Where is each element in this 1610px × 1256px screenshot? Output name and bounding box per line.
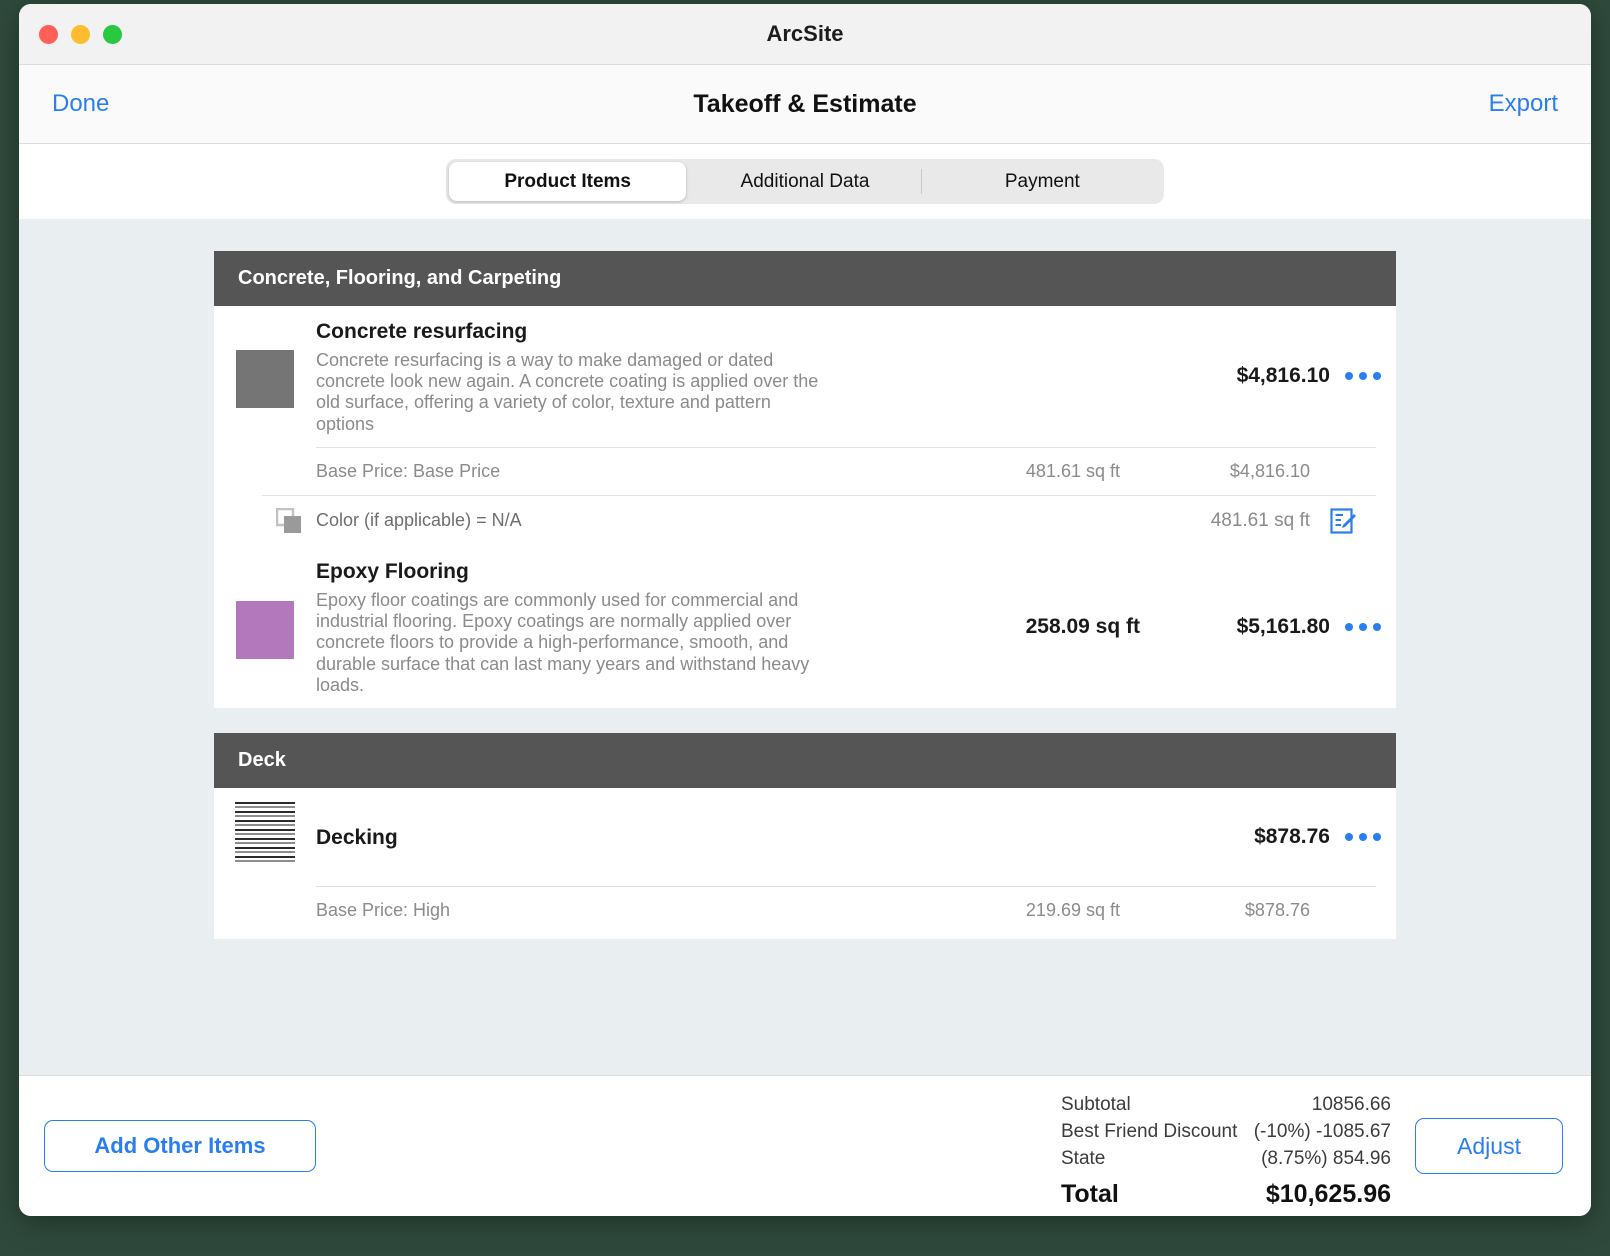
subrow-quantity: 481.61 sq ft <box>890 461 1120 482</box>
item-subrow: Base Price: Base Price 481.61 sq ft $4,8… <box>316 447 1376 495</box>
minimize-window-button[interactable] <box>71 25 90 44</box>
app-window: ArcSite Done Takeoff & Estimate Export P… <box>19 4 1591 1216</box>
total-row: State (8.75%) 854.96 <box>1061 1146 1391 1173</box>
item-right-block: 258.09 sq ft $5,161.80 <box>910 546 1396 708</box>
attribute-label: Color (if applicable) = N/A <box>316 510 1080 531</box>
item-row: Decking $878.76 <box>214 788 1396 886</box>
done-button[interactable]: Done <box>52 90 109 118</box>
item-price: $4,816.10 <box>1140 364 1330 388</box>
color-swatch <box>236 601 294 659</box>
add-other-items-button[interactable]: Add Other Items <box>44 1120 316 1172</box>
group-body: Concrete resurfacing Concrete resurfacin… <box>214 306 1396 708</box>
list-item[interactable]: Epoxy Flooring Epoxy floor coatings are … <box>214 546 1396 708</box>
maximize-window-button[interactable] <box>103 25 122 44</box>
segmented-control: Product Items Additional Data Payment <box>446 159 1164 204</box>
item-right-block: $4,816.10 <box>910 306 1396 447</box>
subrow-label: Base Price: Base Price <box>316 461 890 482</box>
tab-bar-container: Product Items Additional Data Payment <box>19 144 1591 219</box>
product-group: Deck Decking <box>214 733 1396 939</box>
tab-additional-data[interactable]: Additional Data <box>686 162 923 201</box>
swatch-column <box>214 546 316 708</box>
item-text-block: Decking <box>316 788 910 886</box>
hatch-pattern-swatch <box>235 802 295 864</box>
ellipsis-icon[interactable] <box>1330 372 1396 380</box>
item-row: Concrete resurfacing Concrete resurfacin… <box>214 306 1396 447</box>
item-quantity: 258.09 sq ft <box>910 615 1140 639</box>
ellipsis-icon[interactable] <box>1330 623 1396 631</box>
item-title: Epoxy Flooring <box>316 560 910 584</box>
subrow-quantity: 219.69 sq ft <box>890 900 1120 921</box>
page-title: Takeoff & Estimate <box>19 90 1591 119</box>
total-row: Best Friend Discount (-10%) -1085.67 <box>1061 1119 1391 1146</box>
group-header-deck: Deck <box>214 733 1396 788</box>
total-row-label: State <box>1061 1146 1105 1173</box>
total-row-label: Best Friend Discount <box>1061 1119 1237 1146</box>
footer-bar: Add Other Items Subtotal 10856.66 Best F… <box>19 1075 1591 1216</box>
subrow-label: Base Price: High <box>316 900 890 921</box>
item-text-block: Concrete resurfacing Concrete resurfacin… <box>316 306 910 447</box>
edit-document-icon[interactable] <box>1310 508 1376 534</box>
subrow-price: $878.76 <box>1120 900 1310 921</box>
swatch-column <box>214 306 316 447</box>
item-price: $878.76 <box>1140 825 1330 849</box>
total-row-value: (-10%) -1085.67 <box>1254 1119 1391 1146</box>
product-item-list: Concrete, Flooring, and Carpeting Concre… <box>214 251 1396 939</box>
grand-total-row: Total $10,625.96 <box>1061 1177 1391 1213</box>
total-row-label: Subtotal <box>1061 1092 1131 1119</box>
subrow-price: $4,816.10 <box>1120 461 1310 482</box>
grand-total-value: $10,625.96 <box>1266 1177 1391 1213</box>
item-description: Concrete resurfacing is a way to make da… <box>316 350 824 435</box>
item-description: Epoxy floor coatings are commonly used f… <box>316 590 824 696</box>
item-price: $5,161.80 <box>1140 615 1330 639</box>
total-row-value: 10856.66 <box>1312 1092 1391 1119</box>
list-item[interactable]: Decking $878.76 Base Price: High <box>214 788 1396 939</box>
group-header-concrete: Concrete, Flooring, and Carpeting <box>214 251 1396 306</box>
list-item[interactable]: Concrete resurfacing Concrete resurfacin… <box>214 306 1396 546</box>
tab-divider <box>921 169 922 194</box>
item-title: Concrete resurfacing <box>316 320 910 344</box>
tab-product-items[interactable]: Product Items <box>449 162 686 201</box>
content-area: Concrete, Flooring, and Carpeting Concre… <box>19 219 1591 1075</box>
window-titlebar: ArcSite <box>19 4 1591 65</box>
grand-total-label: Total <box>1061 1177 1119 1213</box>
traffic-light-group <box>39 25 122 44</box>
export-button[interactable]: Export <box>1489 90 1558 118</box>
total-row: Subtotal 10856.66 <box>1061 1092 1391 1119</box>
total-row-value: (8.75%) 854.96 <box>1261 1146 1391 1173</box>
item-right-block: $878.76 <box>910 788 1396 886</box>
totals-block: Subtotal 10856.66 Best Friend Discount (… <box>1061 1092 1391 1212</box>
window-title: ArcSite <box>19 21 1591 47</box>
navigation-bar: Done Takeoff & Estimate Export <box>19 65 1591 144</box>
item-attribute-row: Color (if applicable) = N/A 481.61 sq ft <box>262 495 1376 546</box>
close-window-button[interactable] <box>39 25 58 44</box>
tab-payment[interactable]: Payment <box>924 162 1161 201</box>
item-title: Decking <box>316 826 910 850</box>
adjust-button[interactable]: Adjust <box>1415 1118 1563 1174</box>
item-text-block: Epoxy Flooring Epoxy floor coatings are … <box>316 546 910 708</box>
screen-root: ArcSite Done Takeoff & Estimate Export P… <box>0 0 1610 1256</box>
group-body: Decking $878.76 Base Price: High <box>214 788 1396 939</box>
attribute-quantity: 481.61 sq ft <box>1080 510 1310 532</box>
product-group: Concrete, Flooring, and Carpeting Concre… <box>214 251 1396 708</box>
item-subrow: Base Price: High 219.69 sq ft $878.76 <box>316 886 1376 939</box>
color-swatch <box>236 350 294 408</box>
ellipsis-icon[interactable] <box>1330 833 1396 841</box>
layers-icon <box>262 508 316 534</box>
swatch-column <box>214 788 316 886</box>
